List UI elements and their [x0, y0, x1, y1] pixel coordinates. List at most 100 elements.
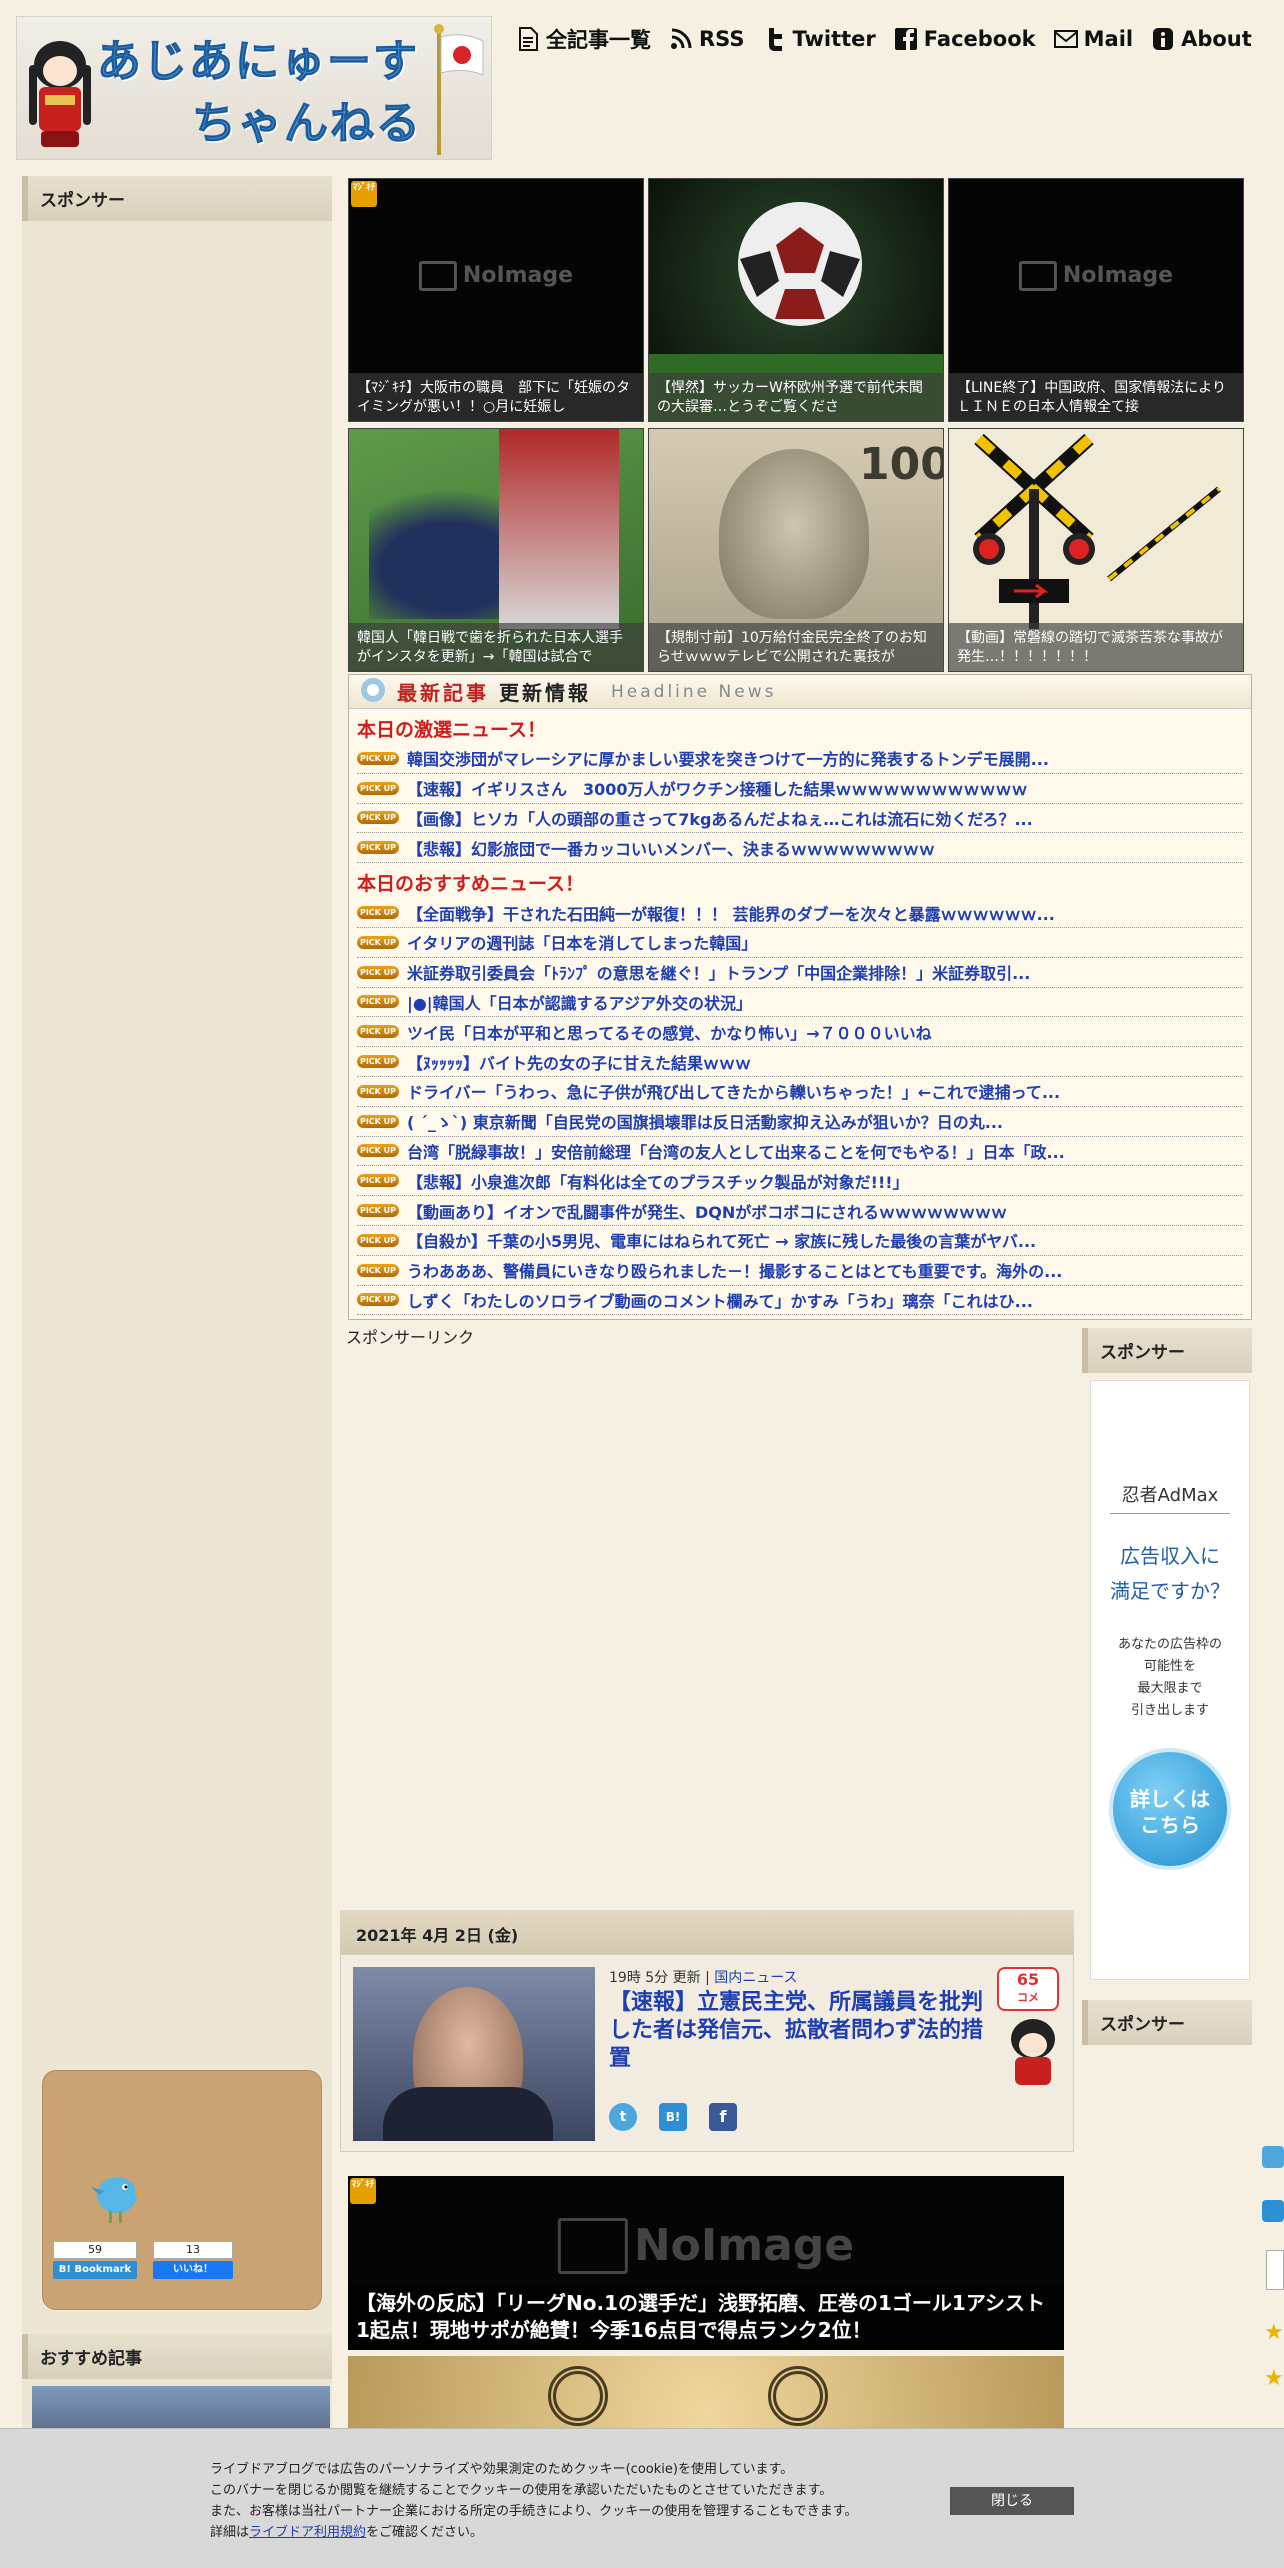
banknote-number: 10000 — [859, 439, 943, 490]
headline-item[interactable]: PICK UP ( ´_ゝ`) 東京新聞「自民党の国旗損壊罪は反日活動家抑え込みが… — [357, 1107, 1243, 1137]
thumb-card[interactable]: 韓国人「韓日戦で歯を折られた日本人選手がインスタを更新」→「韓国は試合で — [348, 428, 644, 672]
thumb-card[interactable]: NoImage 【LINE終了】中国政府、国家情報法によりＬＩＮＥの日本人情報全… — [948, 178, 1244, 422]
terms-link[interactable]: ライブドア利用規約 — [249, 2525, 366, 2540]
soccer-ball-icon — [735, 199, 865, 333]
headline-link[interactable]: 【自殺か】千葉の小5男児、電車にはねられて死亡 → 家族に残した最後の言葉がヤバ… — [407, 1228, 1036, 1252]
thumb-card[interactable]: 10000 【規制寸前】10万給付金民完全終了のお知らせｗｗｗテレビで公開された… — [648, 428, 944, 672]
article-thumbnail[interactable] — [353, 1967, 595, 2141]
headline-link[interactable]: 【悲報】小泉進次郎「有料化は全てのプラスチック製品が対象だ!!!」 — [407, 1169, 909, 1193]
sidebar-sponsor-heading: スポンサー — [22, 176, 332, 221]
article-title[interactable]: 【速報】立憲民主党、所属議員を批判した者は発信元、拡散者問わず法的措置 — [609, 1989, 999, 2073]
headline-link[interactable]: 台湾「脱緑事故！」安倍前総理「台湾の友人として出来ることを何でもやる！」日本「政… — [407, 1139, 1065, 1163]
headline-link[interactable]: うわあああ、警備員にいきなり殴られました－！撮影することはとても重要です。海外の… — [407, 1258, 1062, 1282]
headline-link[interactable]: 【画像】ヒソカ「人の頭部の重さって7kgあるんだよねぇ…これは流石に効くだろ？.… — [407, 806, 1033, 830]
share-twitter-icon[interactable]: t — [609, 2103, 637, 2131]
headline-link[interactable]: しずく「わたしのソロライブ動画のコメント欄みて」かすみ「うわ」璃奈「これはひ..… — [407, 1288, 1033, 1312]
headline-item[interactable]: PICK UP しずく「わたしのソロライブ動画のコメント欄みて」かすみ「うわ」璃奈… — [357, 1286, 1243, 1316]
floating-twitter-icon[interactable] — [1262, 2146, 1284, 2168]
headline-link[interactable]: 【悲報】幻影旅団で一番カッコいいメンバー、決まるｗｗｗｗｗｗｗｗｗ — [407, 836, 935, 860]
headline-item[interactable]: PICK UP |●|韓国人「日本が認識するアジア外交の状況」 — [357, 988, 1243, 1018]
hatena-bookmark-button[interactable]: 59 B! Bookmark — [53, 2241, 137, 2281]
floating-star-icon[interactable]: ★ — [1264, 2366, 1284, 2391]
banknote-portrait — [719, 449, 869, 619]
headline-item[interactable]: PICK UP 【自殺か】千葉の小5男児、電車にはねられて死亡 → 家族に残した最… — [357, 1226, 1243, 1256]
comment-count-badge[interactable]: 65 コメ — [997, 1967, 1059, 2011]
floating-hatena-icon[interactable] — [1262, 2200, 1284, 2222]
headline-item[interactable]: PICK UP 米証券取引委員会「ﾄﾗﾝﾌﾟ の意思を継ぐ！」トランプ「中国企業排… — [357, 958, 1243, 988]
hatena-label: B! Bookmark — [53, 2261, 137, 2279]
cookie-close-button[interactable]: 閉じる — [950, 2487, 1074, 2515]
admax-body: 引き出します — [1130, 1703, 1209, 1718]
headline-item[interactable]: PICK UP 【全面戦争】干された石田純一が報復！！！ 芸能界のダブーを次々と暴… — [357, 898, 1243, 928]
headline-title-b: 更新情報 — [499, 681, 591, 705]
rss-icon — [669, 27, 693, 51]
headline-link[interactable]: イタリアの週刊誌「日本を消してしまった韓国」 — [407, 930, 757, 954]
headline-news-box: 最新記事 更新情報 Headline News 本日の激選ニュース！ PICK … — [348, 674, 1252, 1320]
nav-label: Mail — [1083, 27, 1134, 51]
headline-item[interactable]: PICK UP 【画像】ヒソカ「人の頭部の重さって7kgあるんだよねぇ…これは流石… — [357, 804, 1243, 834]
pickup-icon: PICK UP — [357, 1144, 399, 1158]
headline-link[interactable]: ドライバー「うわっ、急に子供が飛び出してきたから轢いちゃった！」←これで逮捕って… — [407, 1079, 1060, 1103]
nav-twitter[interactable]: Twitter — [762, 27, 876, 51]
headline-item[interactable]: PICK UP ツイ民「日本が平和と思ってるその感覚、かなり怖い」→７０００いいね — [357, 1017, 1243, 1048]
headline-link[interactable]: 【速報】イギリスさん 3000万人がワクチン接種した結果ｗｗｗｗｗｗｗｗｗｗｗｗ — [407, 776, 1028, 800]
thumb-caption: 【規制寸前】10万給付金民完全終了のお知らせｗｗｗテレビで公開された裏技が — [649, 623, 943, 671]
headline-item[interactable]: PICK UP ドライバー「うわっ、急に子供が飛び出してきたから轢いちゃった！」←… — [357, 1077, 1243, 1107]
share-facebook-icon[interactable]: f — [709, 2103, 737, 2131]
nav-all-articles[interactable]: 全記事一覧 — [516, 24, 651, 54]
thumb-card[interactable]: 【悍然】サッカーW杯欧州予選で前代未聞の大誤審…とうぞご覧くださ — [648, 178, 944, 422]
cookie-text: このバナーを閉じるか閲覧を継続することでクッキーの使用を承認いただいたものとさせ… — [210, 2483, 833, 2498]
nav-rss[interactable]: RSS — [669, 27, 744, 51]
headline-item[interactable]: PICK UP 【速報】イギリスさん 3000万人がワクチン接種した結果ｗｗｗｗｗ… — [357, 774, 1243, 804]
headline-link[interactable]: 【全面戦争】干された石田純一が報復！！！ 芸能界のダブーを次々と暴露ｗｗｗｗｗｗ… — [407, 901, 1055, 925]
headline-item[interactable]: PICK UP 台湾「脱緑事故！」安倍前総理「台湾の友人として出来ることを何でもや… — [357, 1137, 1243, 1167]
thumb-caption: 【動画】常磐線の踏切で滅茶苦茶な事故が発生…！！！！！！！ — [949, 623, 1243, 671]
headline-header: 最新記事 更新情報 Headline News — [349, 675, 1251, 709]
headline-item[interactable]: PICK UP 【悲報】小泉進次郎「有料化は全てのプラスチック製品が対象だ!!!」 — [357, 1166, 1243, 1197]
admax-ad[interactable]: 忍者AdMax 広告収入に 満足ですか？ あなたの広告枠の 可能性を 最大限まで… — [1090, 1380, 1250, 1980]
cookie-banner: ライブドアブログでは広告のパーソナライズや効果測定のためクッキー(cookie)… — [0, 2428, 1284, 2568]
headline-item[interactable]: PICK UP 【ﾇｯｯｯｯ】バイト先の女の子に甘えた結果ｗｗｗ — [357, 1047, 1243, 1077]
headline-item[interactable]: PICK UP 【動画あり】イオンで乱闘事件が発生、DQNがボコボコにされるｗｗｗ… — [357, 1196, 1243, 1226]
admax-more-button[interactable]: 詳しくは こちら — [1109, 1748, 1231, 1870]
feature-card[interactable] — [348, 2356, 1064, 2428]
article-category-link[interactable]: 国内ニュース — [714, 1970, 797, 1986]
headline-item[interactable]: PICK UP 【悲報】幻影旅団で一番カッコいいメンバー、決まるｗｗｗｗｗｗｗｗｗ — [357, 833, 1243, 864]
headline-link[interactable]: 【ﾇｯｯｯｯ】バイト先の女の子に甘えた結果ｗｗｗ — [407, 1050, 751, 1074]
headline-link[interactable]: ( ´_ゝ`) 東京新聞「自民党の国旗損壊罪は反日活動家抑え込みが狙いか？日の丸… — [407, 1109, 1003, 1133]
pickup-icon: PICK UP — [357, 906, 399, 920]
share-hatena-icon[interactable]: B! — [659, 2103, 687, 2131]
headline-title-c: Headline News — [611, 681, 777, 702]
pickup-icon: PICK UP — [357, 965, 399, 979]
sidebar-recommended-heading: おすすめ記事 — [22, 2334, 332, 2379]
floating-comment-icon[interactable] — [1266, 2250, 1284, 2290]
headline-link[interactable]: ツイ民「日本が平和と思ってるその感覚、かなり怖い」→７０００いいね — [407, 1020, 932, 1044]
headline-link[interactable]: 韓国交渉団がマレーシアに厚かましい要求を突きつけて一方的に発表するトンデモ展開.… — [407, 746, 1049, 770]
social-share-widget: 59 B! Bookmark 13 いいね！ — [42, 2070, 322, 2310]
facebook-icon — [894, 27, 918, 51]
thumb-card[interactable]: ﾏｼﾞｷﾁ NoImage 【ﾏｼﾞｷﾁ】大阪市の職員 部下に「妊娠のタイミング… — [348, 178, 644, 422]
facebook-like-button[interactable]: 13 いいね！ — [153, 2241, 233, 2281]
headline-link[interactable]: 【動画あり】イオンで乱闘事件が発生、DQNがボコボコにされるｗｗｗｗｗｗｗｗ — [407, 1199, 1007, 1223]
article-card[interactable]: 19時 5分 更新 | 国内ニュース 【速報】立憲民主党、所属議員を批判した者は… — [340, 1954, 1074, 2152]
speech-bubble-icon — [359, 676, 387, 708]
railroad-crossing-icon — [959, 429, 1229, 633]
image-icon — [1018, 260, 1057, 291]
nav-mail[interactable]: Mail — [1053, 27, 1134, 51]
headline-item[interactable]: PICK UP イタリアの週刊誌「日本を消してしまった韓国」 — [357, 928, 1243, 958]
feature-card[interactable]: ﾏｼﾞｷﾁ NoImage 【海外の反応】「リーグNo.1の選手だ」浅野拓磨、圧… — [348, 2176, 1064, 2350]
nav-about[interactable]: About — [1151, 27, 1252, 51]
image-icon — [418, 260, 457, 291]
headline-item[interactable]: PICK UP うわあああ、警備員にいきなり殴られました－！撮影することはとても重… — [357, 1256, 1243, 1286]
recommended-thumbnail[interactable] — [32, 2386, 330, 2430]
nav-label: About — [1181, 27, 1252, 51]
headline-link[interactable]: 米証券取引委員会「ﾄﾗﾝﾌﾟ の意思を継ぐ！」トランプ「中国企業排除！」米証券取… — [407, 960, 1030, 984]
headline-item[interactable]: PICK UP 韓国交渉団がマレーシアに厚かましい要求を突きつけて一方的に発表する… — [357, 744, 1243, 774]
thumb-card[interactable]: 【動画】常磐線の踏切で滅茶苦茶な事故が発生…！！！！！！！ — [948, 428, 1244, 672]
nav-label: Twitter — [792, 27, 876, 51]
floating-star-icon[interactable]: ★ — [1264, 2320, 1284, 2345]
section-heading: 本日の激選ニュース！ — [357, 719, 547, 741]
site-logo[interactable]: あじあにゅーす ちゃんねる — [16, 16, 492, 160]
headline-link[interactable]: |●|韓国人「日本が認識するアジア外交の状況」 — [407, 990, 752, 1014]
nav-facebook[interactable]: Facebook — [894, 27, 1036, 51]
